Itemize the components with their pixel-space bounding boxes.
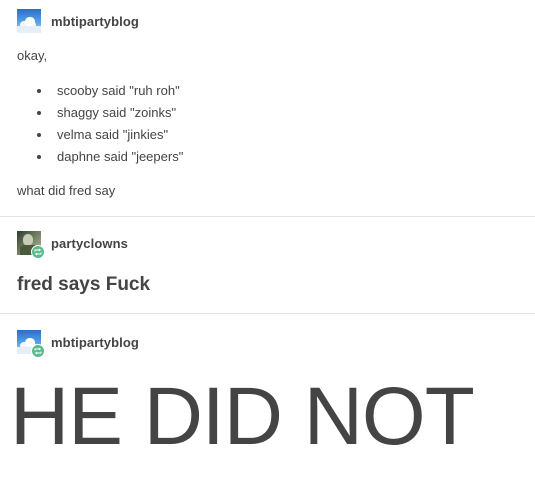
bullet-icon	[37, 89, 41, 93]
post-header: partyclowns	[17, 231, 128, 259]
post-original: mbtipartyblog okay, scooby said "ruh roh…	[0, 0, 535, 216]
list-item: velma said "jinkies"	[37, 124, 183, 146]
avatar[interactable]	[17, 9, 41, 33]
list-item: daphne said "jeepers"	[37, 146, 183, 168]
post-header: mbtipartyblog	[17, 9, 139, 33]
reblog-icon	[31, 245, 45, 259]
sky-clouds-avatar-icon	[17, 9, 41, 33]
bullet-icon	[37, 155, 41, 159]
username[interactable]: mbtipartyblog	[51, 335, 139, 350]
post-header: mbtipartyblog	[17, 330, 139, 358]
list-item: scooby said "ruh roh"	[37, 80, 183, 102]
avatar[interactable]	[17, 231, 45, 259]
avatar[interactable]	[17, 330, 45, 358]
list-item: shaggy said "zoinks"	[37, 102, 183, 124]
post-text: fred says Fuck	[17, 274, 151, 295]
post-reblog-1: partyclowns fred says Fuck	[0, 217, 535, 313]
username[interactable]: mbtipartyblog	[51, 14, 139, 29]
bullet-icon	[37, 111, 41, 115]
post-reblog-2: mbtipartyblog HE DID NOT	[0, 314, 535, 478]
username[interactable]: partyclowns	[51, 236, 128, 251]
post-big-text: HE DID NOT	[10, 371, 475, 462]
post-outro-text: what did fred say	[17, 183, 116, 198]
post-intro-text: okay,	[17, 48, 48, 63]
bullet-list: scooby said "ruh roh" shaggy said "zoink…	[37, 80, 183, 168]
reblog-icon	[31, 344, 45, 358]
bullet-icon	[37, 133, 41, 137]
